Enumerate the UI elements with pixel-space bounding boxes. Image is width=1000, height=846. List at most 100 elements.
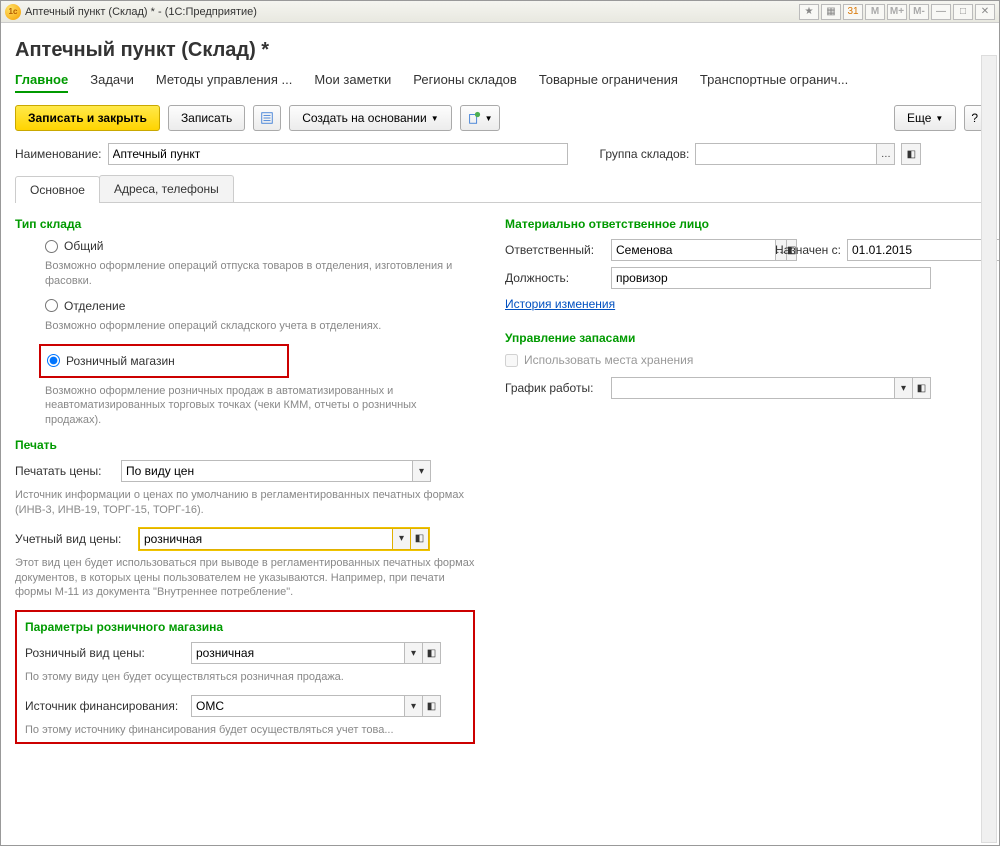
create-based-button[interactable]: Создать на основании ▼	[289, 105, 451, 131]
name-input[interactable]	[108, 143, 568, 165]
two-column-layout: Тип склада Общий Возможно оформление опе…	[15, 211, 985, 744]
responsible-combo: … ◧	[611, 239, 761, 261]
print-prices-input[interactable]	[121, 460, 413, 482]
responsible-input[interactable]	[611, 239, 776, 261]
maximize-button[interactable]: □	[953, 4, 973, 20]
dropdown-button[interactable]: ▾	[413, 460, 431, 482]
department-hint: Возможно оформление операций складского …	[45, 319, 475, 334]
position-row: Должность:	[505, 267, 975, 289]
general-hint: Возможно оформление операций отпуска тов…	[45, 259, 475, 289]
list-icon	[260, 111, 274, 125]
tab-notes[interactable]: Мои заметки	[314, 72, 391, 93]
retail-hint: Возможно оформление розничных продаж в а…	[45, 384, 475, 429]
retail-price-label: Розничный вид цены:	[25, 646, 185, 660]
radio-retail[interactable]	[47, 354, 60, 367]
save-close-button[interactable]: Записать и закрыть	[15, 105, 160, 131]
radio-retail-label: Розничный магазин	[66, 354, 175, 368]
print-title: Печать	[15, 438, 475, 452]
acct-price-hint: Этот вид цен будет использоваться при вы…	[15, 556, 475, 601]
right-column: Материально ответственное лицо Ответстве…	[505, 211, 985, 744]
use-storage-checkbox[interactable]	[505, 354, 518, 367]
stock-mgmt-title: Управление запасами	[505, 331, 975, 345]
radio-general-label: Общий	[64, 239, 104, 253]
create-based-label: Создать на основании	[302, 111, 427, 125]
retail-price-combo: ▾ ◧	[191, 642, 441, 664]
name-group-row: Наименование: Группа складов: … ◧	[15, 143, 985, 165]
assigned-from-label: Назначен с:	[775, 243, 841, 257]
fin-source-combo: ▾ ◧	[191, 695, 441, 717]
open-ref-button[interactable]: ◧	[423, 642, 441, 664]
print-prices-hint: Источник информации о ценах по умолчанию…	[15, 488, 475, 518]
subtab-main[interactable]: Основное	[15, 176, 100, 203]
calc-icon[interactable]: ▦	[821, 4, 841, 20]
ellipsis-button[interactable]: …	[877, 143, 895, 165]
mem-mplus-button[interactable]: M+	[887, 4, 907, 20]
position-input[interactable]	[611, 267, 931, 289]
warehouse-type-title: Тип склада	[15, 217, 475, 231]
vertical-scrollbar[interactable]	[981, 55, 997, 843]
window-title: Аптечный пункт (Склад) * - (1С:Предприят…	[25, 6, 257, 18]
position-label: Должность:	[505, 271, 605, 285]
acct-price-row: Учетный вид цены: ▾ ◧	[15, 528, 475, 550]
dropdown-button[interactable]: ▾	[405, 642, 423, 664]
group-combo: …	[695, 143, 895, 165]
print-prices-label: Печатать цены:	[15, 464, 115, 478]
more-label: Еще	[907, 111, 931, 125]
use-storage-row[interactable]: Использовать места хранения	[505, 353, 975, 367]
list-icon-button[interactable]	[253, 105, 281, 131]
group-input[interactable]	[695, 143, 877, 165]
app-icon: 1c	[5, 4, 21, 20]
tab-regions[interactable]: Регионы складов	[413, 72, 517, 93]
retail-params-title: Параметры розничного магазина	[25, 620, 463, 634]
favorite-icon[interactable]: ★	[799, 4, 819, 20]
responsible-label: Ответственный:	[505, 243, 605, 257]
schedule-input[interactable]	[611, 377, 895, 399]
history-link[interactable]: История изменения	[505, 297, 615, 311]
chevron-down-icon: ▼	[935, 114, 943, 123]
titlebar: 1c Аптечный пункт (Склад) * - (1С:Предпр…	[1, 1, 999, 23]
radio-department[interactable]	[45, 299, 58, 312]
chevron-down-icon: ▼	[431, 114, 439, 123]
tab-transport-limits[interactable]: Транспортные огранич...	[700, 72, 848, 93]
open-ref-button[interactable]: ◧	[913, 377, 931, 399]
acct-price-combo: ▾ ◧	[139, 528, 429, 550]
mem-mminus-button[interactable]: M-	[909, 4, 929, 20]
page-title: Аптечный пункт (Склад) *	[15, 39, 985, 62]
dropdown-button[interactable]: ▾	[895, 377, 913, 399]
content-area: Аптечный пункт (Склад) * Главное Задачи …	[1, 23, 999, 845]
tab-main[interactable]: Главное	[15, 72, 68, 93]
tab-product-limits[interactable]: Товарные ограничения	[539, 72, 678, 93]
open-ref-button[interactable]: ◧	[901, 143, 921, 165]
left-column: Тип склада Общий Возможно оформление опе…	[15, 211, 475, 744]
acct-price-input[interactable]	[139, 528, 393, 550]
group-label: Группа складов:	[600, 147, 690, 161]
attach-button[interactable]: ▼	[460, 105, 500, 131]
fin-source-input[interactable]	[191, 695, 405, 717]
radio-department-label: Отделение	[64, 299, 125, 313]
schedule-label: График работы:	[505, 381, 605, 395]
name-label: Наименование:	[15, 147, 102, 161]
tab-tasks[interactable]: Задачи	[90, 72, 134, 93]
radio-retail-row[interactable]: Розничный магазин	[47, 354, 281, 368]
open-ref-button[interactable]: ◧	[411, 528, 429, 550]
calendar-icon[interactable]: 31	[843, 4, 863, 20]
print-prices-combo: ▾	[121, 460, 431, 482]
attach-icon	[467, 111, 481, 125]
tab-methods[interactable]: Методы управления ...	[156, 72, 292, 93]
radio-general[interactable]	[45, 240, 58, 253]
close-button[interactable]: ✕	[975, 4, 995, 20]
assigned-date-input[interactable]	[847, 239, 999, 261]
more-button[interactable]: Еще ▼	[894, 105, 956, 131]
subtab-addresses[interactable]: Адреса, телефоны	[99, 175, 234, 202]
radio-general-row[interactable]: Общий	[45, 239, 475, 253]
dropdown-button[interactable]: ▾	[393, 528, 411, 550]
mem-m-button[interactable]: M	[865, 4, 885, 20]
schedule-row: График работы: ▾ ◧	[505, 377, 975, 399]
retail-price-input[interactable]	[191, 642, 405, 664]
minimize-button[interactable]: —	[931, 4, 951, 20]
open-ref-button[interactable]: ◧	[423, 695, 441, 717]
save-button[interactable]: Записать	[168, 105, 245, 131]
radio-department-row[interactable]: Отделение	[45, 299, 475, 313]
dropdown-button[interactable]: ▾	[405, 695, 423, 717]
retail-params-box: Параметры розничного магазина Розничный …	[15, 610, 475, 744]
